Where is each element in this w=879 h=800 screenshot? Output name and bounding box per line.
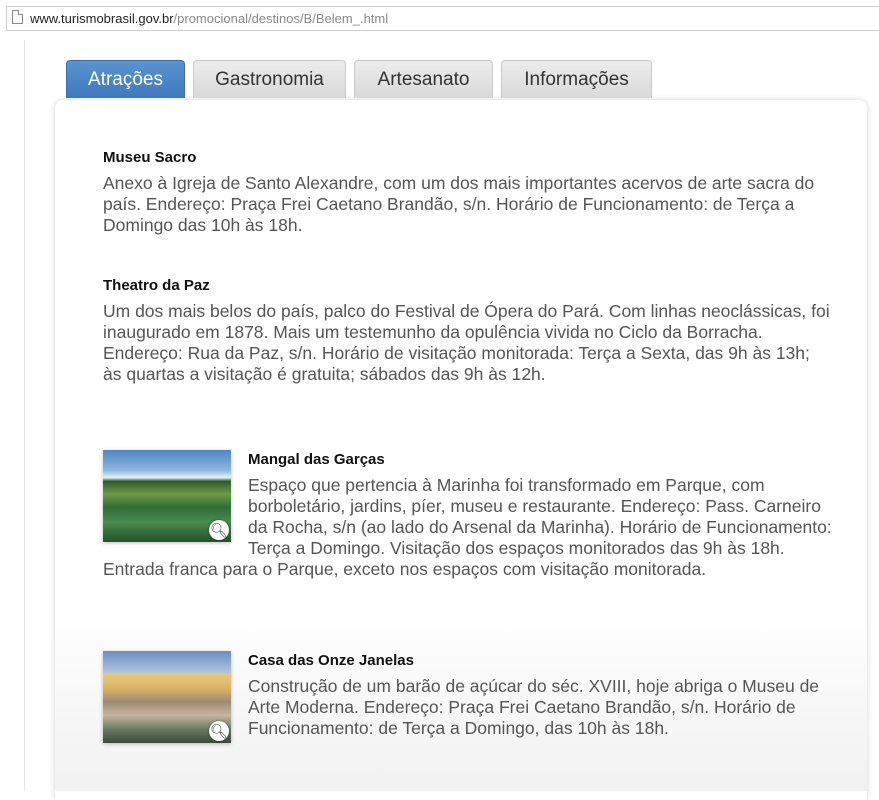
attraction-title[interactable]: Theatro da Paz: [103, 276, 833, 296]
attraction-description: Anexo à Igreja de Santo Alexandre, com u…: [103, 173, 815, 235]
page-edge: [24, 40, 25, 791]
magnifier-icon[interactable]: 🔍︎: [209, 721, 229, 741]
magnifier-icon[interactable]: 🔍︎: [209, 520, 229, 540]
attraction-title[interactable]: Museu Sacro: [103, 148, 833, 168]
tab-atracoes[interactable]: Atrações: [66, 60, 185, 98]
tab-gastronomia[interactable]: Gastronomia: [193, 60, 346, 98]
tab-bar: Atrações Gastronomia Artesanato Informaç…: [66, 60, 666, 100]
tab-artesanato[interactable]: Artesanato: [354, 60, 493, 98]
attraction-thumbnail[interactable]: 🔍︎: [103, 450, 231, 542]
attraction-thumbnail[interactable]: 🔍︎: [103, 651, 231, 743]
url-domain: www.turismobrasil.gov.br: [30, 11, 174, 26]
page-icon: [12, 10, 23, 24]
url-text[interactable]: www.turismobrasil.gov.br/promocional/des…: [30, 11, 388, 26]
attraction-mangal-das-garcas: 🔍︎ Mangal das Garças Espaço que pertenci…: [103, 450, 833, 580]
tab-informacoes[interactable]: Informações: [501, 60, 652, 98]
address-bar: www.turismobrasil.gov.br/promocional/des…: [0, 0, 879, 40]
attraction-description: Um dos mais belos do país, palco do Fest…: [103, 301, 830, 384]
attraction-casa-das-onze-janelas: 🔍︎ Casa das Onze Janelas Construção de u…: [103, 651, 833, 749]
attraction-theatro-da-paz: Theatro da Paz Um dos mais belos do país…: [103, 276, 833, 385]
attraction-museu-sacro: Museu Sacro Anexo à Igreja de Santo Alex…: [103, 148, 833, 236]
url-path: /promocional/destinos/B/Belem_.html: [173, 11, 389, 26]
